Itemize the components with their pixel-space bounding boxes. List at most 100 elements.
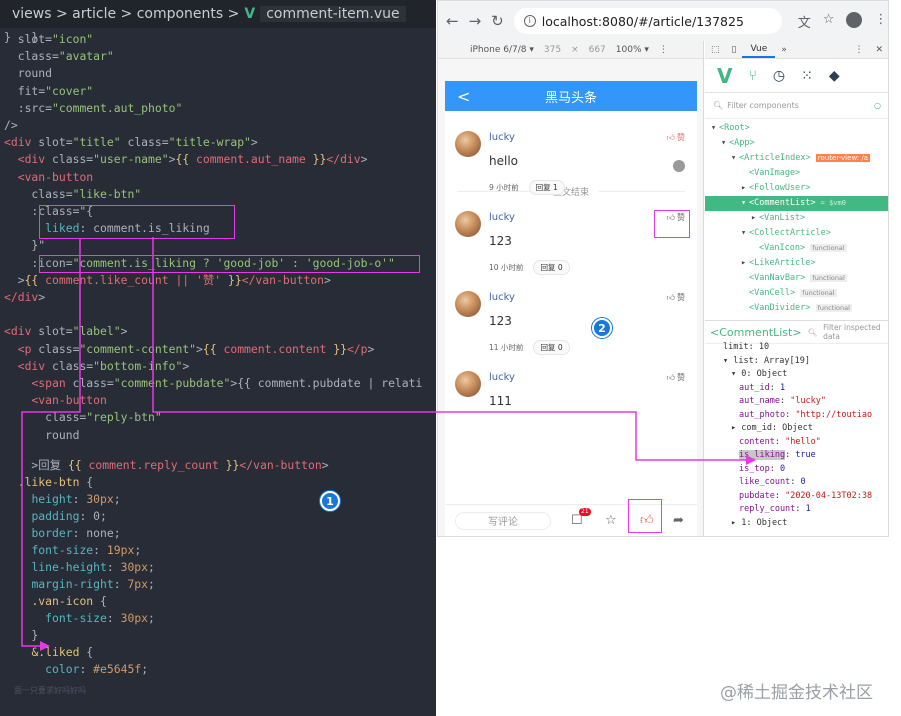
component-tree-node[interactable]: <VanNavBar> functional (705, 271, 888, 286)
comment-item: lucky 111 👍︎ 赞 (445, 366, 697, 446)
editor-tab[interactable]: views > article > components > V comment… (0, 0, 436, 28)
watermark: @稀土掘金技术社区 (720, 683, 873, 703)
nav-back-icon[interactable]: < (457, 87, 470, 106)
property-text: limit: 10 (723, 342, 770, 352)
code-line: } (4, 628, 39, 642)
code-line: :src="comment.aut_photo" (4, 100, 183, 115)
filter-components-placeholder: Filter components (727, 101, 799, 110)
inspect-element-icon[interactable]: ⬚ (705, 43, 726, 57)
inspect-search-icon: 🔍︎ (807, 327, 818, 337)
component-tree-node[interactable]: <VanIcon> functional (705, 241, 888, 256)
components-tree-icon[interactable]: ⑂ (748, 68, 756, 84)
comment-like-button[interactable]: 👍︎ 赞 (667, 132, 685, 143)
component-tree-node[interactable]: ▸ <LikeArticle> (705, 256, 888, 271)
write-comment-button[interactable]: 写评论 (455, 511, 551, 530)
forward-arrow-icon[interactable]: → (469, 12, 482, 30)
tree-toggle-icon[interactable]: ▾ (731, 151, 739, 166)
tab-vue[interactable]: Vue (742, 42, 776, 58)
avatar (455, 211, 481, 237)
code-line: font-size: 30px; (45, 611, 155, 625)
component-tree-node[interactable]: ▾ <App> (705, 136, 888, 151)
annotation-marker-1: 1 (320, 491, 340, 511)
component-tree-node[interactable]: ▸ <FollowUser> (705, 181, 888, 196)
component-tree-node[interactable]: <VanDivider> functional (705, 301, 888, 316)
tree-toggle-icon[interactable]: ▸ (751, 211, 759, 226)
inspected-property: ▸ 1: Object (731, 517, 787, 531)
file-name[interactable]: comment-item.vue (260, 6, 406, 22)
code-line: class="like-btn" (4, 186, 142, 201)
breadcrumb: views > article > components > (12, 6, 240, 22)
nav-bar: < 黑马头条 (445, 81, 697, 111)
reload-icon[interactable]: ↻ (491, 12, 504, 30)
component-tree-node[interactable]: ▸ <VanList> (705, 211, 888, 226)
back-arrow-icon[interactable]: ← (446, 12, 459, 30)
component-name: <LikeArticle> (749, 258, 816, 268)
comment-like-highlight (654, 210, 690, 238)
tree-toggle-icon[interactable]: ▾ (741, 196, 749, 211)
code-line: &.liked { (31, 645, 94, 659)
comment-like-button[interactable]: 👍︎ 赞 (667, 372, 685, 383)
comment-like-button[interactable]: 👍︎ 赞 (667, 292, 685, 303)
property-value: 1 (779, 382, 786, 393)
tree-toggle-icon[interactable]: ▾ (741, 226, 749, 241)
more-tabs-icon[interactable]: » (775, 43, 793, 57)
vuex-icon[interactable]: ⁙ (801, 68, 813, 84)
component-tree-node[interactable]: ▾ <CollectArticle> (705, 226, 888, 241)
profile-icon[interactable] (846, 11, 863, 28)
device-width[interactable]: 375 (544, 45, 561, 55)
tree-toggle-icon[interactable]: ▸ (741, 181, 749, 196)
share-icon[interactable]: ➦ (673, 513, 684, 528)
reply-button[interactable]: 回复 0 (533, 340, 570, 355)
component-tree-node[interactable]: <VanImage> (705, 166, 888, 181)
history-icon[interactable]: ◷ (773, 68, 785, 84)
select-component-icon[interactable]: ○ (874, 101, 881, 110)
component-name: <CommentList> (749, 198, 816, 208)
devtools-menu-icon[interactable]: ⋮ (848, 43, 869, 57)
tree-toggle-icon[interactable]: ▸ (741, 256, 749, 271)
code-line: fit="cover" (4, 83, 94, 98)
component-tree-node[interactable]: <VanCell> functional (705, 286, 888, 301)
url-field[interactable]: i localhost:8080/#/article/137825 (513, 8, 782, 34)
code-line: padding: 0; (31, 509, 107, 523)
reply-button[interactable]: 回复 1 (528, 180, 565, 195)
device-select[interactable]: iPhone 6/7/8 ▾ (470, 45, 534, 55)
zoom-select[interactable]: 100% ▾ (616, 45, 649, 55)
collect-star-icon[interactable]: ☆ (605, 513, 617, 528)
comment-time: 9 小时前 (489, 183, 519, 192)
tree-toggle-icon[interactable]: ▾ (721, 136, 729, 151)
inspected-property: ▸ com_id: Object (731, 422, 813, 436)
device-more-icon[interactable]: ⋮ (659, 45, 668, 55)
article-like-highlight (628, 499, 662, 533)
device-preview: iPhone 6/7/8 ▾ 375 × 667 100% ▾ ⋮ < 黑马头条… (438, 41, 704, 536)
comment-icon[interactable]: ☐ 21 (571, 508, 591, 528)
reply-button[interactable]: 回复 0 (533, 260, 570, 275)
translate-icon[interactable]: 文 (798, 12, 811, 31)
router-icon[interactable]: ◆ (829, 68, 840, 84)
code-line: .van-icon { (31, 594, 107, 608)
code-line: line-height: 30px; (31, 560, 155, 574)
filter-inspected-placeholder[interactable]: Filter inspected data (823, 323, 888, 341)
avatar (455, 291, 481, 317)
site-info-icon[interactable]: i (523, 15, 536, 27)
component-name: <CollectArticle> (749, 228, 831, 238)
vue-toolbar: V ⑂ ◷ ⁙ ◆ (705, 59, 888, 93)
component-tree-node[interactable]: ▾ <ArticleIndex> router-view: /a (705, 151, 888, 166)
property-key: is_liking (739, 450, 786, 460)
inspected-property: limit: 10 (723, 341, 769, 355)
comment-meta: 11 小时前 回复 0 (489, 340, 570, 355)
code-line: /> (4, 118, 18, 132)
property-key: aut_id (739, 382, 770, 393)
component-tree-node[interactable]: ▾ <Root> (705, 121, 888, 136)
component-filter[interactable]: 🔍︎ Filter components ○ (705, 93, 888, 119)
code-line: <div class="user-name">{{ comment.aut_na… (17, 152, 368, 167)
comment-author: lucky (489, 132, 515, 143)
device-toggle-icon[interactable]: ▯ (726, 43, 743, 57)
tree-toggle-icon[interactable]: ▾ (711, 121, 719, 136)
inspected-property: is_liking: true (739, 450, 816, 460)
menu-icon[interactable]: ⋮ (874, 12, 887, 31)
device-height[interactable]: 667 (589, 45, 606, 55)
devtools-close-icon[interactable]: ✕ (869, 43, 888, 57)
inspected-property: content: "hello" (739, 436, 821, 447)
star-icon[interactable]: ☆ (823, 12, 835, 31)
component-tree-node[interactable]: ▾ <CommentList> = $vm0 (705, 196, 888, 211)
